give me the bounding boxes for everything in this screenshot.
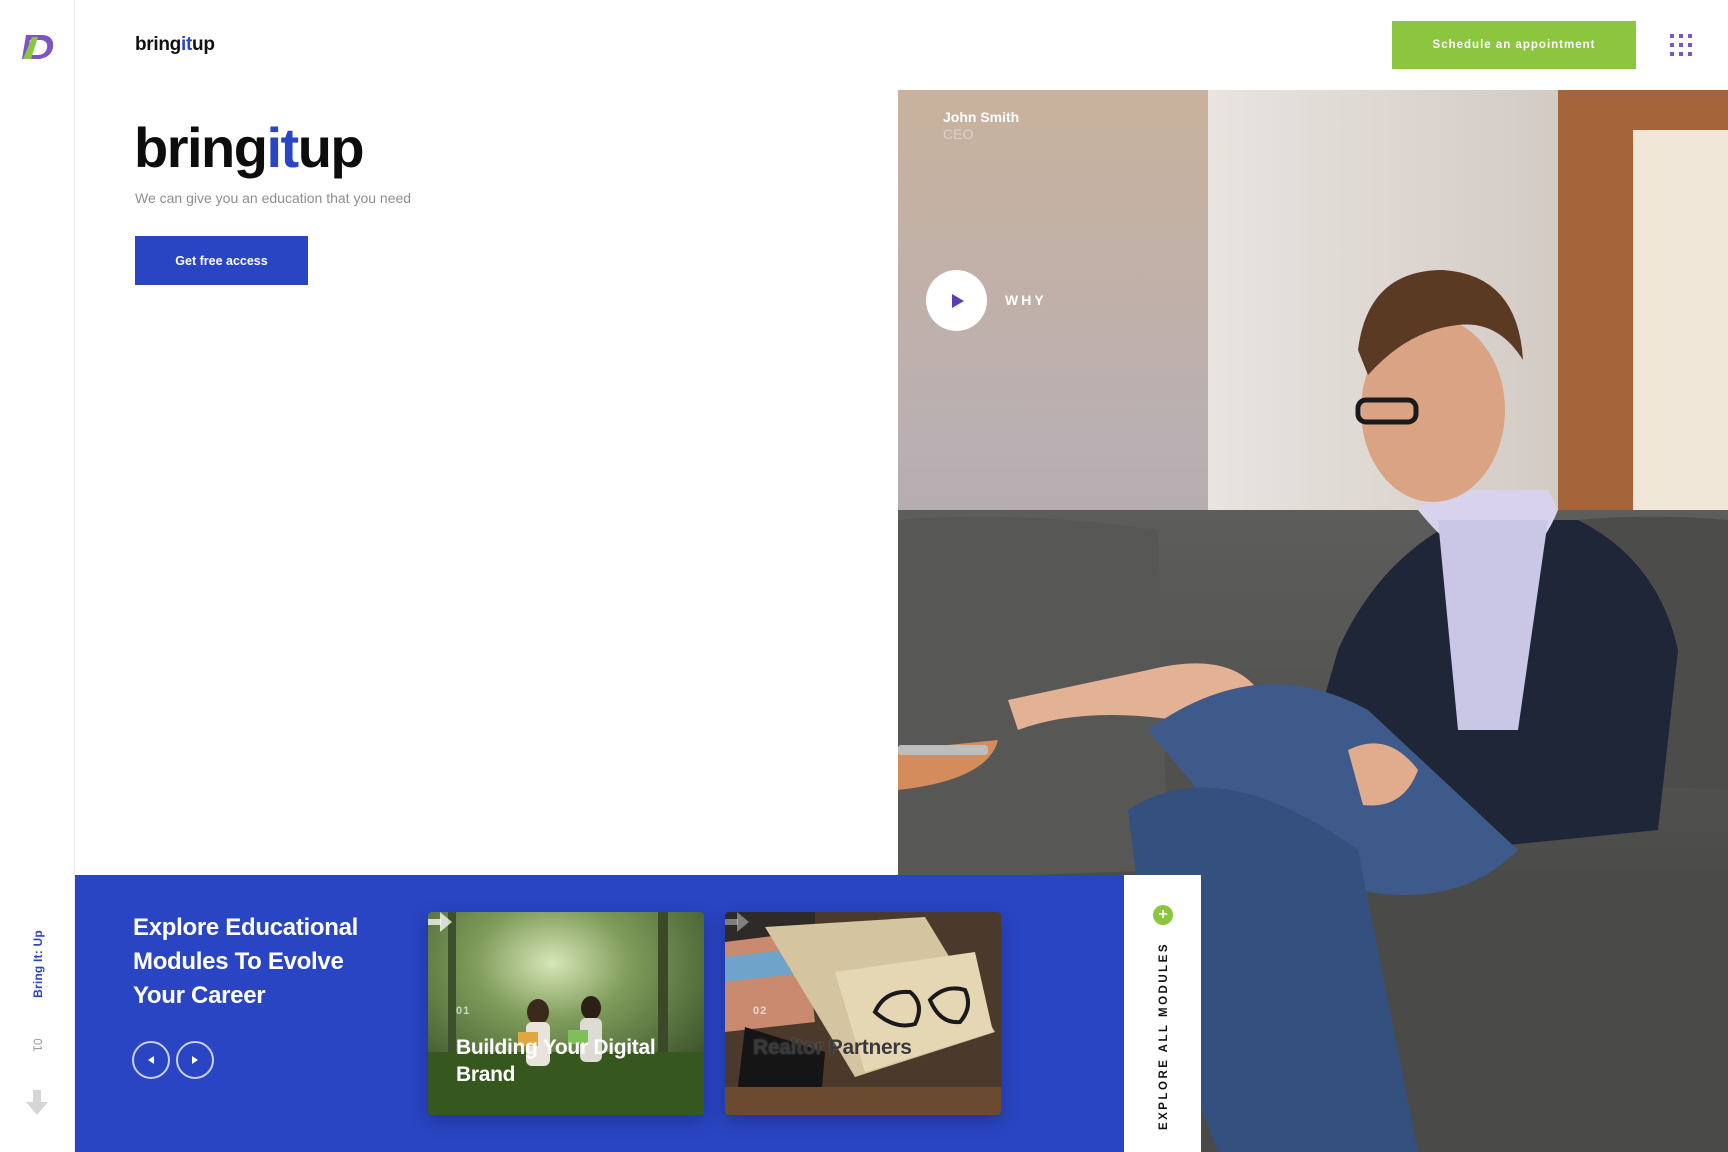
why-video-label[interactable]: WHY <box>1005 292 1047 308</box>
logo-icon[interactable] <box>20 32 56 62</box>
person-role: CEO <box>943 126 974 142</box>
explore-all-modules-link[interactable]: EXPLORE ALL MODULES <box>1114 941 1214 1129</box>
module-card-1[interactable]: 01 Building Your Digital Brand <box>428 912 704 1115</box>
module-card-2[interactable]: 02 Realtor Partners <box>725 912 1001 1115</box>
chevron-right-icon <box>192 1056 198 1064</box>
card-title: Building Your Digital Brand <box>456 1036 656 1086</box>
schedule-appointment-button[interactable]: Schedule an appointment <box>1392 21 1636 69</box>
card-title: Realtor Partners <box>753 1036 912 1059</box>
modules-title: Explore Educational Modules To Evolve Yo… <box>133 914 359 1009</box>
header-logo-text[interactable]: bringitup <box>135 34 215 56</box>
card-number: 02 <box>753 1005 768 1017</box>
hero-subtitle: We can give you an education that you ne… <box>135 190 412 206</box>
arrow-right-icon <box>725 912 749 932</box>
next-slide-button[interactable] <box>176 1041 214 1079</box>
grid-menu-icon[interactable] <box>1670 34 1692 56</box>
arrow-right-icon <box>428 912 452 932</box>
arrow-down-icon[interactable] <box>26 1090 48 1116</box>
card-number: 01 <box>456 1005 471 1017</box>
chevron-left-icon <box>148 1056 154 1064</box>
play-video-button[interactable] <box>926 270 987 331</box>
left-rail: Bring It: Up 01 <box>0 0 75 1152</box>
play-icon <box>951 293 964 308</box>
plus-icon[interactable]: + <box>1153 905 1173 925</box>
rail-slide-number: 01 <box>30 1038 45 1052</box>
rail-section-title: Bring It: Up <box>31 930 46 998</box>
hero-title: bringitup <box>134 116 365 179</box>
person-name: John Smith <box>943 109 1020 125</box>
prev-slide-button[interactable] <box>132 1041 170 1079</box>
get-free-access-button[interactable]: Get free access <box>135 236 308 285</box>
